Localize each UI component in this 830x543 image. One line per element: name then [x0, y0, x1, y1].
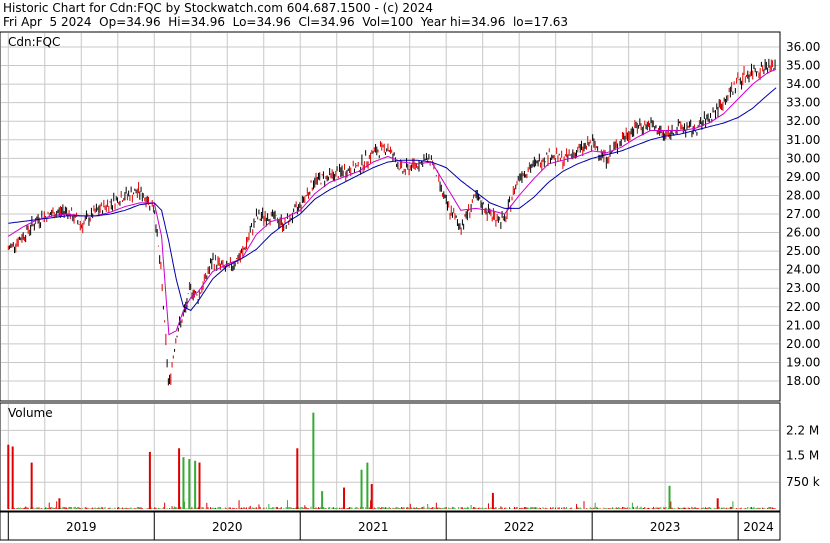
volume-tick-label: 750 k — [786, 475, 820, 489]
price-tick-label: 18.00 — [786, 374, 820, 388]
price-tick-label: 27.00 — [786, 207, 820, 221]
stock-chart: Cdn:FQC Volume 36.00 35.00 34.00 33.00 32.00… — [0, 31, 820, 541]
year-label: 2023 — [650, 520, 681, 534]
price-bars — [7, 58, 776, 386]
price-panel-frame — [0, 31, 781, 402]
price-tick-label: 34.00 — [786, 77, 820, 91]
year-label: 2022 — [504, 520, 535, 534]
price-tick-label: 33.00 — [786, 96, 820, 110]
price-tick-label: 24.00 — [786, 263, 820, 277]
price-grid — [1, 33, 779, 400]
price-tick-label: 25.00 — [786, 244, 820, 258]
price-tick-label: 35.00 — [786, 59, 820, 73]
price-tick-label: 23.00 — [786, 281, 820, 295]
year-label: 2024 — [743, 520, 774, 534]
year-label: 2019 — [66, 520, 97, 534]
year-label: 2021 — [358, 520, 389, 534]
volume-grid — [1, 404, 779, 510]
volume-tick-label: 1.5 M — [786, 448, 819, 462]
volume-panel-frame — [0, 402, 781, 512]
price-axis: 36.00 35.00 34.00 33.00 32.00 31.00 30.00 29.00… — [786, 40, 820, 388]
volume-bars — [7, 412, 776, 509]
price-tick-label: 32.00 — [786, 114, 820, 128]
moving-averages — [8, 68, 777, 336]
price-tick-label: 20.00 — [786, 337, 820, 351]
price-tick-label: 28.00 — [786, 188, 820, 202]
volume-axis: 2.2 M 1.5 M 750 k — [786, 423, 820, 489]
price-tick-label: 36.00 — [786, 40, 820, 54]
price-tick-label: 29.00 — [786, 170, 820, 184]
year-label: 2020 — [212, 520, 243, 534]
price-tick-label: 21.00 — [786, 318, 820, 332]
price-tick-label: 31.00 — [786, 133, 820, 147]
price-tick-label: 19.00 — [786, 355, 820, 369]
volume-panel-label: Volume — [8, 406, 53, 420]
volume-tick-label: 2.2 M — [786, 423, 819, 437]
ma-short-line — [8, 68, 777, 336]
price-tick-label: 22.00 — [786, 300, 820, 314]
price-tick-label: 26.00 — [786, 226, 820, 240]
price-panel-label: Cdn:FQC — [8, 35, 60, 49]
price-tick-label: 30.00 — [786, 151, 820, 165]
